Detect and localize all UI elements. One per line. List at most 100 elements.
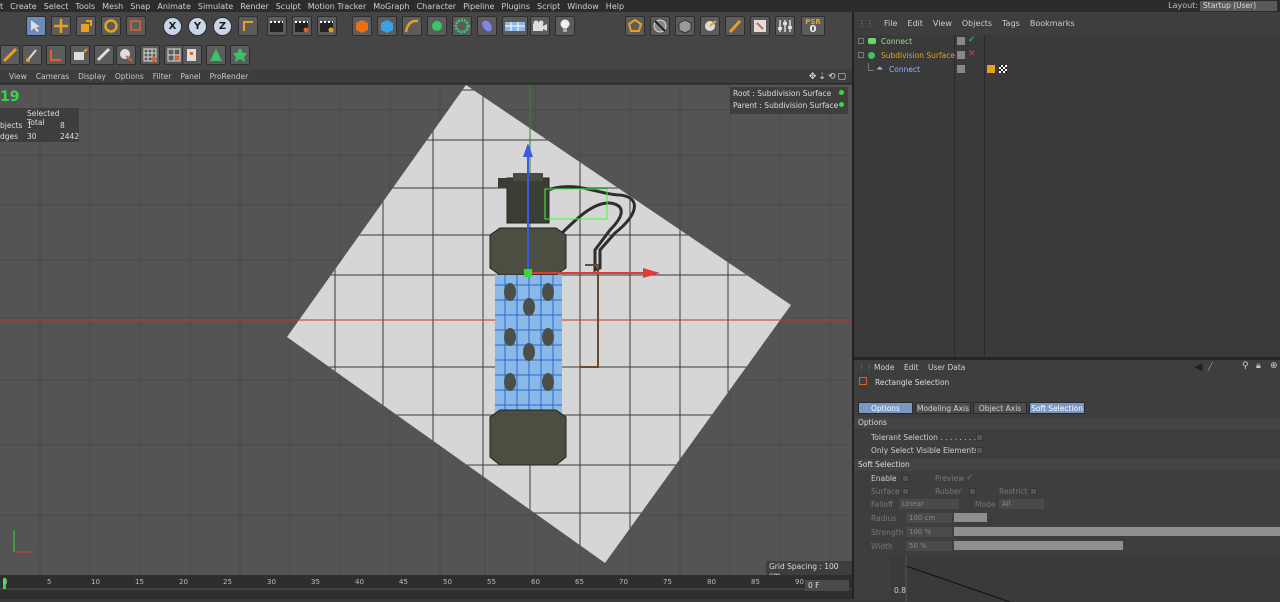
obj-menu-objects[interactable]: Objects — [962, 19, 992, 28]
light-icon[interactable] — [555, 16, 575, 36]
attr-menu-mode[interactable]: Mode — [874, 363, 894, 372]
viewport-menu-prorender[interactable]: ProRender — [210, 72, 249, 81]
snap-icon[interactable] — [750, 16, 770, 36]
lock-selection-icon[interactable] — [116, 45, 136, 65]
menu-animate[interactable]: Animate — [157, 2, 191, 11]
expand-icon[interactable] — [858, 38, 864, 44]
layer-icon[interactable] — [957, 37, 965, 45]
lock-x-axis-button[interactable]: X — [163, 17, 182, 36]
rubber-checkbox[interactable] — [969, 488, 976, 495]
menu-motion-tracker[interactable]: Motion Tracker — [308, 2, 367, 11]
strength-slider[interactable] — [954, 527, 1280, 536]
width-slider[interactable] — [954, 541, 1123, 550]
material-tag-icon[interactable] — [999, 65, 1007, 73]
mograph-effector-icon[interactable] — [230, 45, 250, 65]
obj-menu-file[interactable]: File — [884, 19, 897, 28]
menu-simulate[interactable]: Simulate — [198, 2, 233, 11]
grid-snap-icon[interactable] — [140, 45, 160, 65]
viewport-menu-options[interactable]: Options — [115, 72, 144, 81]
phong-tag-icon[interactable] — [987, 65, 995, 73]
new-window-icon[interactable]: ⊕ — [1270, 361, 1278, 371]
enable-axis-icon[interactable] — [700, 16, 720, 36]
workplane-icon[interactable] — [164, 45, 184, 65]
scene-object-icon[interactable] — [477, 16, 497, 36]
menu-mograph[interactable]: MoGraph — [373, 2, 409, 11]
viewport-menu-filter[interactable]: Filter — [153, 72, 172, 81]
render-settings-icon[interactable] — [317, 16, 337, 36]
coordinate-system-icon[interactable] — [238, 16, 258, 36]
disabled-x-icon[interactable]: ✕ — [968, 49, 976, 59]
render-view-icon[interactable] — [267, 16, 287, 36]
cube-primitive-icon[interactable] — [352, 16, 372, 36]
layer-icon[interactable] — [957, 51, 965, 59]
viewport-navigation-icons[interactable]: ✥⇣⟲▢ — [809, 72, 848, 82]
menu-plugins[interactable]: Plugins — [501, 2, 530, 11]
menu-mesh[interactable]: Mesh — [102, 2, 123, 11]
viewport-menu-cameras[interactable]: Cameras — [36, 72, 69, 81]
tab-modeling-axis[interactable]: Modeling Axis — [915, 402, 971, 414]
tab-object-axis[interactable]: Object Axis — [973, 402, 1027, 414]
viewport-menu-view[interactable]: View — [9, 72, 27, 81]
menu-select[interactable]: Select — [44, 2, 69, 11]
menu-tools[interactable]: Tools — [75, 2, 95, 11]
menu-character[interactable]: Character — [417, 2, 457, 11]
attr-menu-edit[interactable]: Edit — [904, 363, 919, 372]
radius-field[interactable]: 100 cm — [906, 513, 952, 523]
points-mode-icon[interactable] — [625, 16, 645, 36]
bevel-icon[interactable] — [94, 45, 114, 65]
menu-window[interactable]: Window — [567, 2, 599, 11]
lock-icon[interactable]: 🔒︎ — [1256, 361, 1261, 371]
object-name[interactable]: Subdivision Surface — [881, 51, 955, 60]
mode-dropdown[interactable]: All — [999, 499, 1044, 509]
brush-icon[interactable] — [22, 45, 42, 65]
width-field[interactable]: 50 % — [906, 541, 952, 551]
polygons-mode-icon[interactable] — [675, 16, 695, 36]
falloff-dropdown[interactable]: Linear — [899, 499, 959, 509]
viewport-menu-display[interactable]: Display — [78, 72, 106, 81]
current-frame-field[interactable]: 0 F — [805, 580, 849, 591]
tolerant-selection-checkbox[interactable] — [976, 434, 983, 441]
enable-checkbox[interactable] — [902, 475, 909, 482]
enabled-check-icon[interactable]: ✓ — [968, 35, 976, 45]
layer-icon[interactable] — [957, 65, 965, 73]
menu-create[interactable]: Create — [10, 2, 37, 11]
object-row[interactable]: Connect ✓ — [854, 35, 1280, 48]
tab-options[interactable]: Options — [858, 402, 913, 414]
move-tool-icon[interactable] — [51, 16, 71, 36]
knife-icon[interactable] — [0, 45, 20, 65]
floor-icon[interactable] — [502, 16, 528, 36]
strength-field[interactable]: 100 % — [906, 527, 952, 537]
menu-render[interactable]: Render — [240, 2, 268, 11]
extrude-icon[interactable] — [70, 45, 90, 65]
attr-menu-user-data[interactable]: User Data — [928, 363, 965, 372]
preview-check-icon[interactable]: ✓ — [966, 473, 974, 483]
back-arrow-icon[interactable]: ◀ — [1194, 360, 1202, 373]
recent-tool-icon[interactable] — [126, 16, 146, 36]
radius-slider[interactable] — [954, 513, 987, 522]
paint-tool-icon[interactable] — [182, 45, 202, 65]
menu-sculpt[interactable]: Sculpt — [276, 2, 301, 11]
mograph-cloner-icon[interactable] — [206, 45, 226, 65]
object-row[interactable]: Subdivision Surface ✕ — [854, 49, 1280, 62]
object-name[interactable]: Connect — [889, 65, 920, 74]
falloff-graph[interactable]: 0.8 — [890, 556, 1280, 602]
forward-arrow-icon[interactable]: ╱ — [1208, 362, 1213, 371]
object-row[interactable]: ⏶ Connect — [854, 63, 1280, 76]
live-selection-icon[interactable] — [26, 16, 46, 36]
menu-script[interactable]: Script — [537, 2, 560, 11]
soft-selection-section-header[interactable]: Soft Selection — [854, 459, 1280, 471]
edges-mode-icon[interactable] — [650, 16, 670, 36]
render-picture-viewer-icon[interactable] — [292, 16, 312, 36]
lock-y-axis-button[interactable]: Y — [188, 17, 207, 36]
options-section-header[interactable]: Options — [854, 417, 1280, 429]
sliders-icon[interactable] — [775, 16, 795, 36]
surface-checkbox[interactable] — [902, 488, 909, 495]
nurbs-icon[interactable] — [402, 16, 422, 36]
spline-pen-icon[interactable] — [377, 16, 397, 36]
scale-tool-icon[interactable] — [76, 16, 96, 36]
restrict-checkbox[interactable] — [1030, 488, 1037, 495]
3d-viewport[interactable]: 19 Selected Total bjects 1 8 dges 30 244… — [0, 85, 852, 575]
expand-icon[interactable] — [858, 52, 864, 58]
tweak-mode-icon[interactable] — [725, 16, 745, 36]
timeline[interactable]: 0 5 10 15 20 25 30 35 40 45 50 55 60 65 70 75 80 85 90 0 F — [0, 575, 852, 599]
